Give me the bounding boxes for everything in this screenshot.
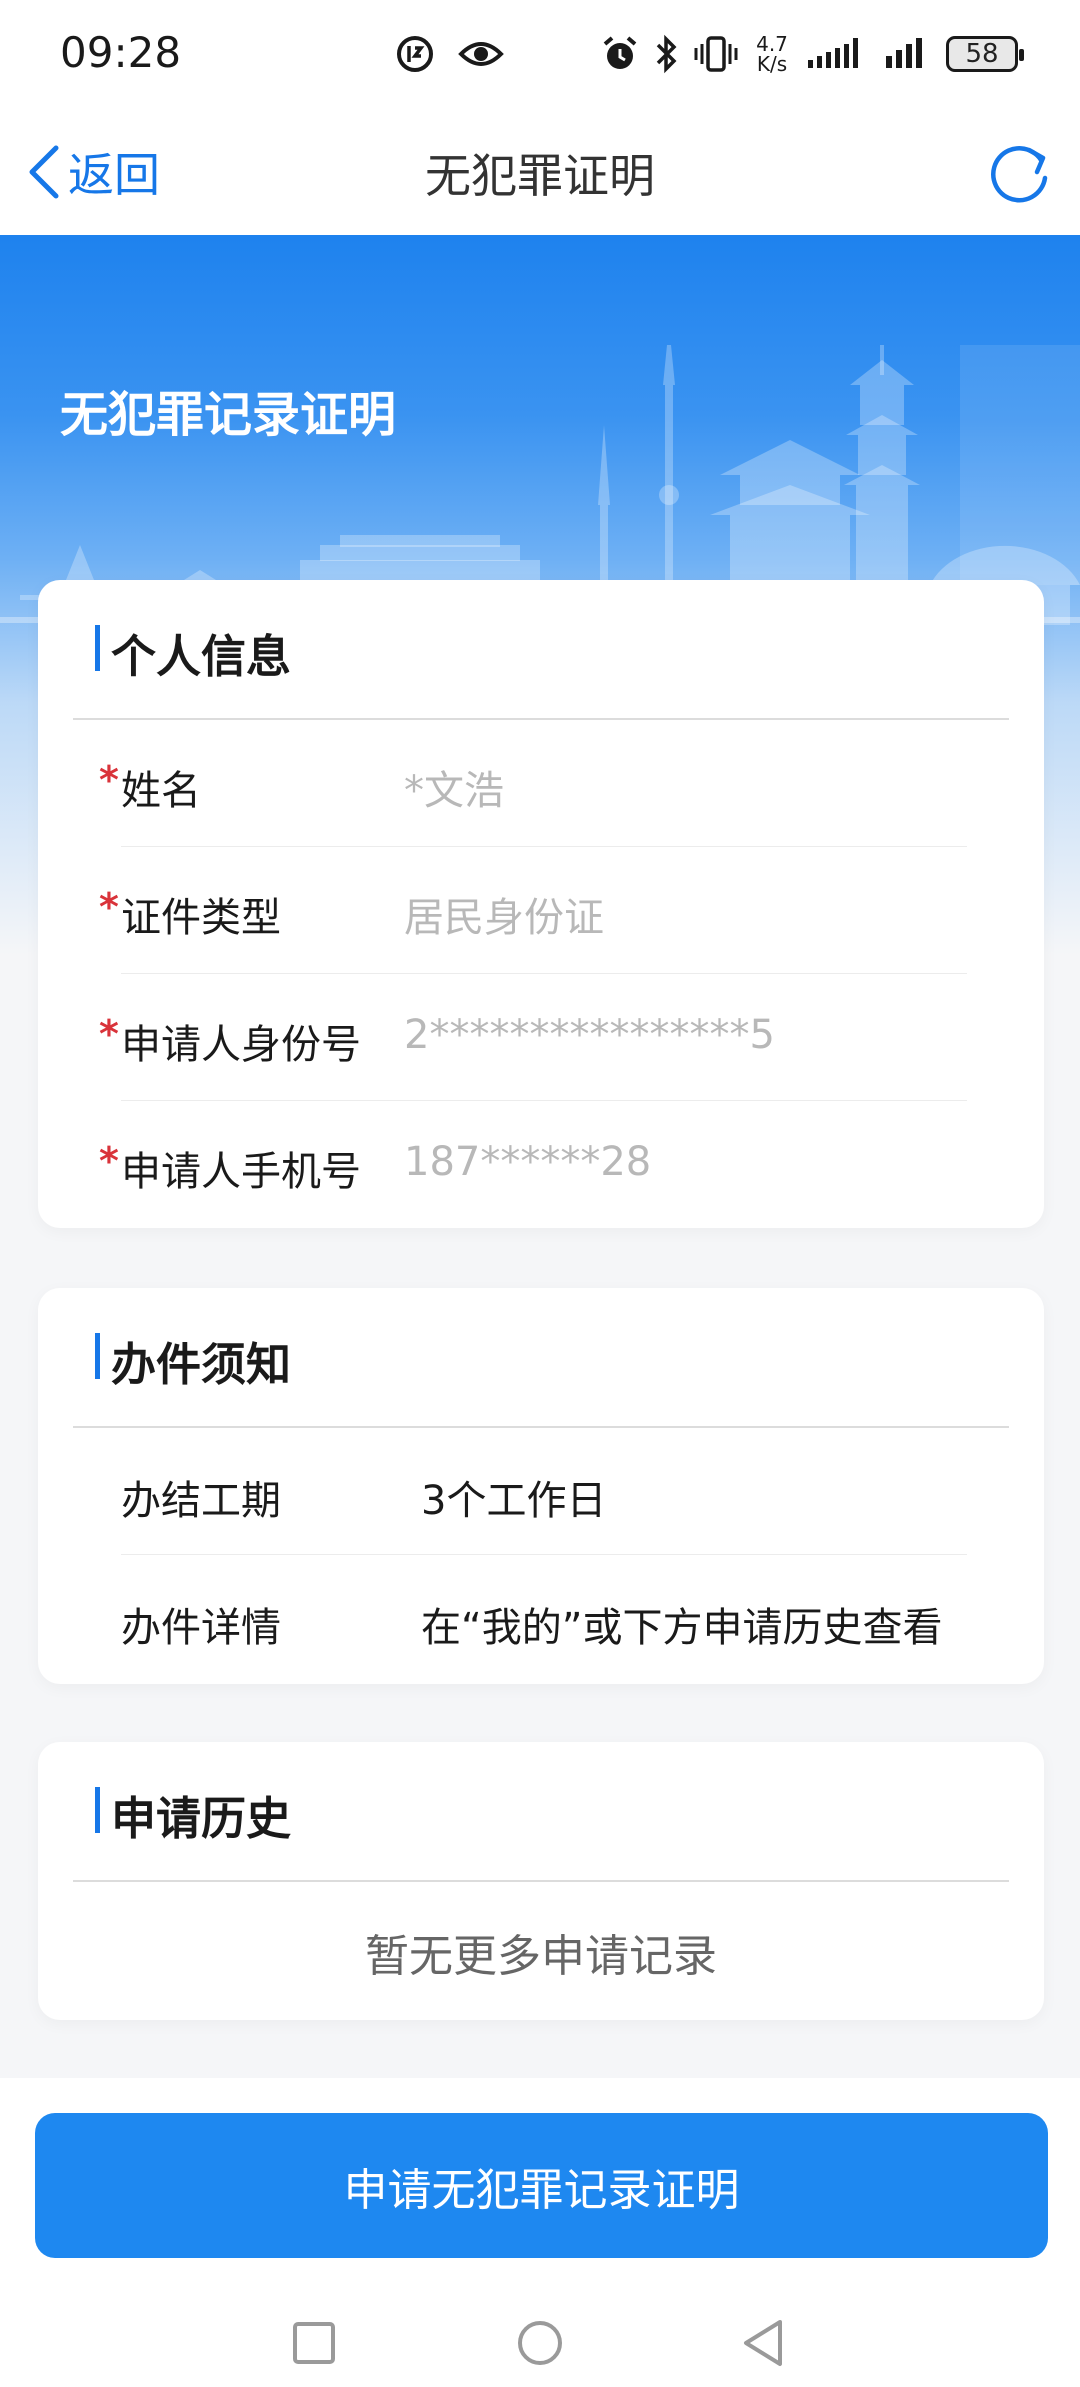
refresh-icon[interactable] [985,138,1055,208]
notice-row: 办件详情 在“我的”或下方申请历史查看 [121,1555,967,1682]
notice-value: 3个工作日 [421,1478,607,1524]
recent-apps-icon[interactable] [293,2322,335,2364]
field-label: 证件类型 [121,895,281,941]
field-label: 姓名 [121,768,201,814]
id-type-field[interactable]: 居民身份证 [404,885,604,943]
form-row-id-type[interactable]: * 证件类型 居民身份证 [99,847,967,974]
signal-icon [808,38,858,68]
required-marker: * [99,1012,119,1056]
status-bar: 09:28 4.7 K/s 58 [0,0,1080,110]
signal-icon [886,38,922,68]
back-nav-icon[interactable] [744,2320,782,2366]
battery-icon: 58 [946,36,1024,72]
section-title: 申请历史 [111,1792,292,1845]
page-title: 无犯罪证明 [425,149,655,203]
name-field[interactable]: *文浩 [404,758,504,816]
status-icons-left [395,26,505,82]
data-saver-icon [397,36,433,72]
notice-row: 办结工期 3个工作日 [121,1428,967,1555]
eye-icon [458,42,504,66]
section-accent-bar [95,1333,100,1379]
status-time: 09:28 [60,28,182,77]
notice-label: 办结工期 [121,1478,281,1524]
required-marker: * [99,758,119,802]
battery-level: 58 [965,39,999,69]
card-header: 个人信息 [73,580,1009,720]
home-icon[interactable] [518,2321,562,2365]
notice-value: 在“我的”或下方申请历史查看 [421,1605,943,1651]
form-row-id-number[interactable]: * 申请人身份号 2****************5 [99,974,967,1101]
required-marker: * [99,885,119,929]
card-header: 申请历史 [73,1742,1009,1882]
form-row-phone[interactable]: * 申请人手机号 187******28 [99,1101,967,1228]
field-label: 申请人身份号 [121,1022,361,1068]
net-speed-unit: K/s [756,52,788,76]
net-speed-value: 4.7 [756,32,788,56]
section-title: 个人信息 [111,630,292,683]
id-number-field[interactable]: 2****************5 [404,1012,775,1058]
personal-info-card: 个人信息 * 姓名 *文浩 * 证件类型 居民身份证 * 申请人身份号 2***… [38,580,1044,1228]
hero-title: 无犯罪记录证明 [60,387,397,443]
notice-card: 办件须知 办结工期 3个工作日 办件详情 在“我的”或下方申请历史查看 [38,1288,1044,1684]
section-accent-bar [95,1787,100,1833]
history-card: 申请历史 暂无更多申请记录 [38,1742,1044,2020]
bluetooth-icon [656,34,677,74]
notice-label: 办件详情 [121,1605,281,1651]
vibrate-icon [694,36,738,72]
nav-bar: 返回 无犯罪证明 [0,110,1080,235]
empty-history-text: 暂无更多申请记录 [365,1931,717,1982]
form-row-name[interactable]: * 姓名 *文浩 [99,720,967,847]
required-marker: * [99,1139,119,1183]
net-speed: 4.7 K/s [752,34,792,74]
alarm-icon [603,36,637,69]
card-header: 办件须知 [73,1288,1009,1428]
field-label: 申请人手机号 [121,1149,361,1195]
section-accent-bar [95,625,100,671]
system-nav-bar [293,2320,782,2366]
apply-button[interactable]: 申请无犯罪记录证明 [35,2113,1048,2258]
phone-field[interactable]: 187******28 [404,1139,651,1185]
status-icons-right: 4.7 K/s 58 [600,26,1024,82]
section-title: 办件须知 [111,1338,292,1391]
bottom-action-area: 申请无犯罪记录证明 [0,2078,1080,2387]
